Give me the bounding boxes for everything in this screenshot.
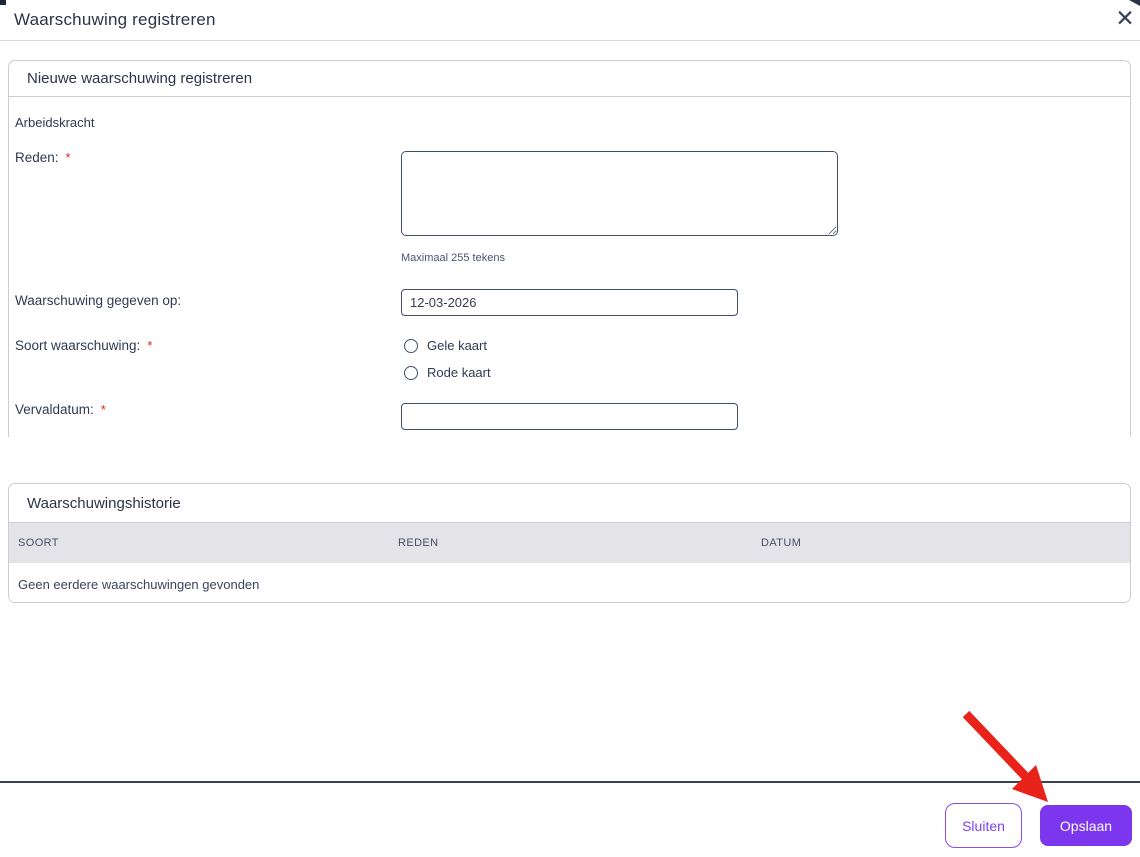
warning-register-dialog: Waarschuwing registreren ✕ Nieuwe waarsc… [0,0,1140,857]
radio-icon[interactable] [404,338,418,353]
new-warning-section: Nieuwe waarschuwing registreren Arbeidsk… [8,60,1131,437]
expiry-date-input[interactable] [401,403,738,430]
new-warning-section-title: Nieuwe waarschuwing registreren [9,61,1130,97]
radio-option-rode-kaart[interactable]: Rode kaart [404,365,491,380]
history-empty-message: Geen eerdere waarschuwingen gevonden [9,563,1130,602]
given-on-date-input[interactable] [401,289,738,316]
column-header-soort: SOORT [18,537,59,549]
annotation-arrow-icon [962,710,1048,802]
reason-maxlength-hint: Maximaal 255 tekens [401,252,505,264]
reason-label: Reden: * [15,150,71,165]
required-marker: * [65,150,71,165]
required-marker: * [100,402,106,417]
dialog-title: Waarschuwing registreren [14,10,216,29]
close-icon[interactable]: ✕ [1108,2,1140,36]
given-on-label: Waarschuwing gegeven op: [15,293,182,308]
warning-type-label: Soort waarschuwing: * [15,338,153,353]
warning-history-section: Waarschuwingshistorie SOORT REDEN DATUM … [8,483,1131,603]
screenshot-artifact [0,0,6,5]
sluiten-button[interactable]: Sluiten [945,803,1022,848]
expiry-date-label: Vervaldatum: * [15,402,106,417]
header-divider [0,40,1140,41]
column-header-reden: REDEN [398,537,439,549]
radio-label: Gele kaart [427,338,487,353]
worker-label: Arbeidskracht [15,115,95,130]
column-header-datum: DATUM [761,537,802,549]
required-marker: * [147,338,153,353]
radio-icon[interactable] [404,365,418,380]
footer-divider [0,781,1140,783]
reason-textarea[interactable] [401,151,838,236]
opslaan-button[interactable]: Opslaan [1040,805,1132,846]
radio-option-gele-kaart[interactable]: Gele kaart [404,338,487,353]
history-table-header: SOORT REDEN DATUM [9,523,1130,563]
radio-label: Rode kaart [427,365,491,380]
warning-history-title: Waarschuwingshistorie [9,484,1130,523]
